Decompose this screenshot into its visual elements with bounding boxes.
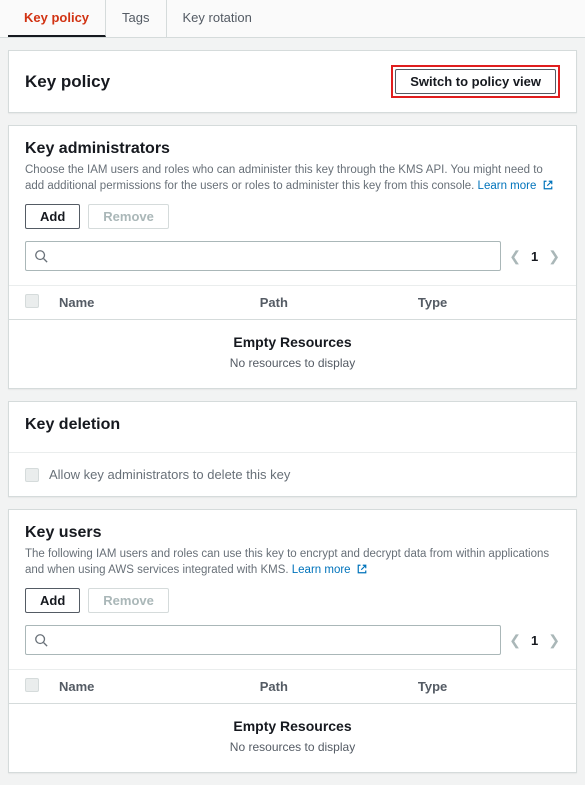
admins-page-number: 1 xyxy=(531,249,538,264)
users-pager: ❮ 1 ❯ xyxy=(509,632,560,649)
tab-key-rotation[interactable]: Key rotation xyxy=(167,0,268,37)
users-next-page[interactable]: ❯ xyxy=(548,632,560,649)
key-deletion-panel: Key deletion Allow key administrators to… xyxy=(8,401,577,497)
admins-next-page[interactable]: ❯ xyxy=(548,248,560,265)
key-users-description: The following IAM users and roles can us… xyxy=(25,546,560,578)
users-add-button[interactable]: Add xyxy=(25,588,80,613)
admins-col-path: Path xyxy=(260,295,402,310)
admins-pager: ❮ 1 ❯ xyxy=(509,248,560,265)
users-select-all-checkbox xyxy=(25,678,39,692)
users-col-path: Path xyxy=(260,679,402,694)
users-table-header: Name Path Type xyxy=(9,669,576,704)
admins-prev-page[interactable]: ❮ xyxy=(509,248,521,265)
external-link-icon xyxy=(542,179,554,191)
users-remove-button: Remove xyxy=(88,588,169,613)
allow-delete-label: Allow key administrators to delete this … xyxy=(49,467,290,482)
admins-empty-message: No resources to display xyxy=(9,356,576,370)
users-empty-message: No resources to display xyxy=(9,740,576,754)
admins-search-input[interactable] xyxy=(54,249,492,264)
users-search-input[interactable] xyxy=(54,633,492,648)
users-search-box[interactable] xyxy=(25,625,501,655)
admins-col-type: Type xyxy=(418,295,560,310)
key-policy-title: Key policy xyxy=(25,72,110,92)
users-empty-state: Empty Resources No resources to display xyxy=(9,704,576,772)
admins-empty-state: Empty Resources No resources to display xyxy=(9,320,576,388)
admins-remove-button: Remove xyxy=(88,204,169,229)
admins-empty-title: Empty Resources xyxy=(9,334,576,350)
admins-search-box[interactable] xyxy=(25,241,501,271)
key-users-title: Key users xyxy=(25,524,560,542)
key-admins-learn-more-link[interactable]: Learn more xyxy=(478,180,554,192)
admins-col-name: Name xyxy=(59,295,244,310)
search-icon xyxy=(34,249,48,263)
switch-policy-view-button[interactable]: Switch to policy view xyxy=(395,69,556,94)
admins-select-all-checkbox xyxy=(25,294,39,308)
key-users-panel: Key users The following IAM users and ro… xyxy=(8,509,577,773)
search-icon xyxy=(34,633,48,647)
tabs-bar: Key policy Tags Key rotation xyxy=(0,0,585,38)
users-prev-page[interactable]: ❮ xyxy=(509,632,521,649)
key-administrators-panel: Key administrators Choose the IAM users … xyxy=(8,125,577,389)
tab-key-policy[interactable]: Key policy xyxy=(8,0,106,37)
users-col-type: Type xyxy=(418,679,560,694)
key-admins-title: Key administrators xyxy=(25,140,560,158)
tab-tags[interactable]: Tags xyxy=(106,0,166,37)
admins-add-button[interactable]: Add xyxy=(25,204,80,229)
allow-delete-checkbox[interactable] xyxy=(25,468,39,482)
switch-policy-view-highlight: Switch to policy view xyxy=(391,65,560,98)
users-page-number: 1 xyxy=(531,633,538,648)
users-empty-title: Empty Resources xyxy=(9,718,576,734)
external-link-icon xyxy=(356,563,368,575)
key-users-learn-more-link[interactable]: Learn more xyxy=(292,564,368,576)
key-policy-header-panel: Key policy Switch to policy view xyxy=(8,50,577,113)
admins-table-header: Name Path Type xyxy=(9,285,576,320)
key-admins-description: Choose the IAM users and roles who can a… xyxy=(25,162,560,194)
key-deletion-title: Key deletion xyxy=(25,416,560,434)
users-col-name: Name xyxy=(59,679,244,694)
